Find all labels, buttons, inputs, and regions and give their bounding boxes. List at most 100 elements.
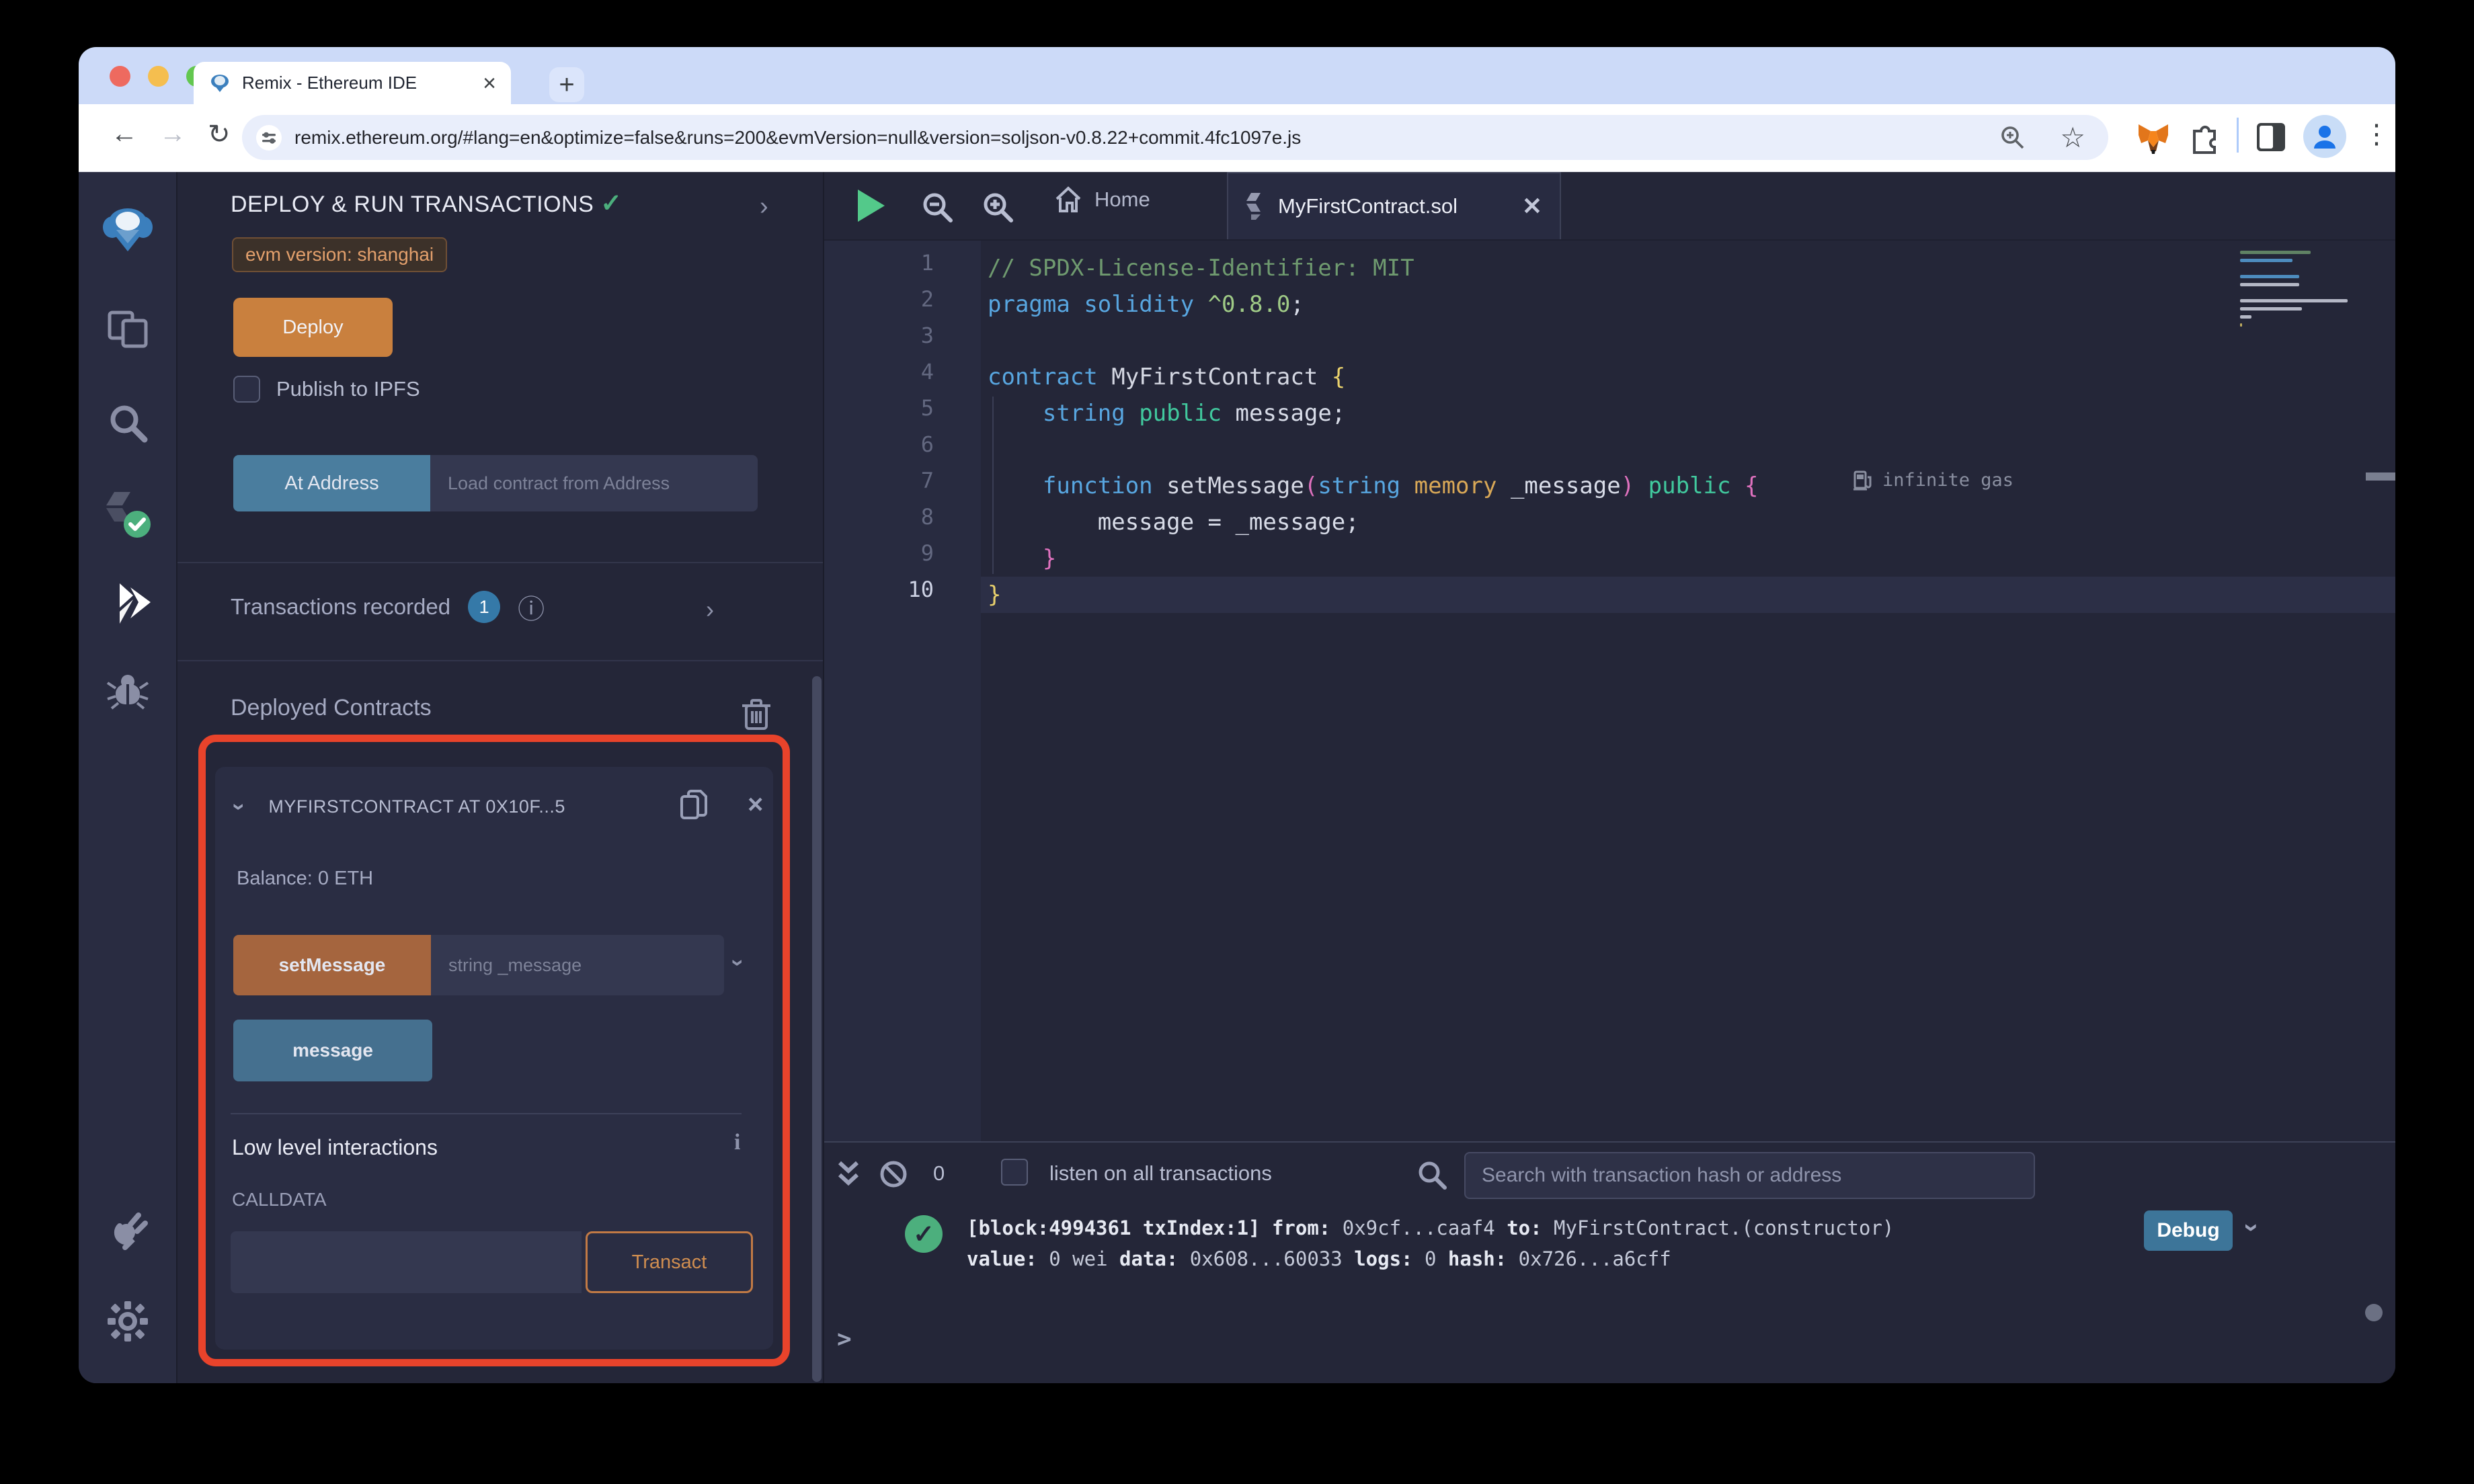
publish-ipfs-row: Publish to IPFS [233, 376, 420, 403]
listen-all-checkbox[interactable] [1001, 1159, 1028, 1186]
code-editor[interactable]: 1 2 3 4 5 6 7 8 9 10 // SPDX-License-Identifier: … [824, 241, 2395, 1141]
file-explorer-icon[interactable] [107, 310, 149, 349]
editor-scroll-marker[interactable] [2366, 472, 2395, 481]
remix-logo[interactable] [102, 204, 154, 254]
terminal-prompt: > [837, 1325, 852, 1353]
toolbar-divider [2237, 118, 2239, 153]
reload-icon[interactable]: ↻ [208, 119, 231, 150]
forward-icon[interactable]: → [159, 119, 186, 149]
tab-close-icon[interactable]: × [483, 72, 496, 95]
code-line: function setMessage(string memory _messa… [1042, 472, 1759, 499]
line-number: 4 [920, 359, 934, 384]
deployed-contracts-title: Deployed Contracts [231, 695, 432, 720]
browser-toolbar: ← → ↻ remix.ethereum.org/#lang=en&optimi… [79, 104, 2395, 172]
remix-favicon [211, 74, 229, 92]
search-icon[interactable] [107, 402, 149, 444]
deploy-run-panel: DEPLOY & RUN TRANSACTIONS ✓ › evm versio… [177, 172, 823, 1383]
transactions-expand-chevron-icon[interactable]: › [706, 595, 714, 624]
gas-pump-icon [1853, 470, 1872, 491]
address-bar[interactable]: remix.ethereum.org/#lang=en&optimize=fal… [242, 115, 2108, 160]
main-area: Home MyFirstContract.sol ✕ 1 2 3 4 5 6 7 8 9 10 /… [823, 172, 2395, 1383]
file-tab-label: MyFirstContract.sol [1278, 194, 1458, 218]
back-icon[interactable]: ← [111, 119, 138, 149]
indent-guide [992, 397, 994, 574]
code-line: // SPDX-License-Identifier: MIT [988, 255, 1414, 282]
deploy-button[interactable]: Deploy [233, 298, 393, 357]
expand-terminal-chevrons-icon[interactable] [834, 1159, 863, 1190]
remix-app: DEPLOY & RUN TRANSACTIONS ✓ › evm versio… [79, 172, 2395, 1383]
line-number: 5 [920, 395, 934, 421]
code-lines[interactable]: // SPDX-License-Identifier: MIT pragma so… [981, 241, 2395, 1141]
zoom-in-icon[interactable] [980, 190, 1015, 224]
transactions-recorded-label: Transactions recorded [231, 594, 451, 619]
log-expand-chevron-icon[interactable]: › [2237, 1223, 2267, 1232]
code-line: } [1042, 545, 1057, 572]
zoom-level-icon[interactable] [1998, 123, 2028, 153]
tx-success-check-icon: ✓ [905, 1215, 943, 1253]
line-number: 2 [920, 286, 934, 312]
at-address-input[interactable]: Load contract from Address [430, 455, 758, 511]
line-number: 7 [920, 468, 934, 493]
zoom-out-icon[interactable] [920, 190, 955, 224]
extensions-puzzle-icon[interactable] [2188, 120, 2221, 155]
browser-window: Remix - Ethereum IDE × + ← → ↻ remix.eth… [79, 47, 2395, 1383]
url-text[interactable]: remix.ethereum.org/#lang=en&optimize=fal… [294, 127, 1998, 149]
clear-console-icon[interactable] [878, 1159, 909, 1190]
window-controls[interactable] [110, 66, 207, 87]
editor-tabbar: Home MyFirstContract.sol ✕ [824, 172, 2395, 241]
transactions-count-badge: 1 [468, 591, 501, 623]
deploy-run-icon[interactable] [104, 582, 152, 626]
minimize-window-button[interactable] [148, 66, 169, 87]
solidity-compiler-icon[interactable] [101, 489, 155, 540]
side-panel-icon[interactable] [2254, 120, 2288, 154]
run-script-icon[interactable] [858, 190, 885, 222]
code-line: string public message; [1042, 400, 1346, 427]
terminal-search-input[interactable]: Search with transaction hash or address [1464, 1152, 2035, 1199]
transactions-recorded-row[interactable]: Transactions recorded 1 ⓘ [231, 587, 545, 626]
gas-note-text: infinite gas [1882, 469, 2014, 491]
debug-button[interactable]: Debug [2144, 1210, 2233, 1251]
tutorial-highlight-outline [198, 735, 790, 1366]
line-number: 10 [908, 577, 934, 602]
panel-scrollbar[interactable] [812, 676, 822, 1382]
new-tab-button[interactable]: + [549, 67, 584, 102]
listen-all-label: listen on all transactions [1049, 1161, 1272, 1185]
line-number: 8 [920, 504, 934, 530]
terminal-toolbar: 0 listen on all transactions Search with… [824, 1143, 2395, 1207]
terminal-scroll-dot[interactable] [2365, 1304, 2383, 1321]
transaction-log[interactable]: [block:4994361 txIndex:1] from: 0x9cf...… [967, 1212, 1894, 1274]
transactions-info-icon[interactable]: ⓘ [518, 587, 545, 626]
home-icon [1055, 186, 1081, 212]
tab-home[interactable]: Home [1053, 184, 1150, 215]
browser-tab-active[interactable]: Remix - Ethereum IDE × [194, 62, 511, 104]
person-icon [2314, 126, 2336, 149]
browser-menu-icon[interactable]: ⋮ [2363, 119, 2390, 150]
trash-icon[interactable] [741, 698, 772, 731]
debugger-icon[interactable] [106, 671, 149, 711]
profile-avatar[interactable] [2303, 115, 2346, 158]
line-number: 6 [920, 431, 934, 457]
solidity-file-icon [1246, 193, 1261, 220]
minimap[interactable] [2240, 246, 2351, 331]
tab-myfirstcontract[interactable]: MyFirstContract.sol ✕ [1227, 172, 1561, 239]
home-tab-label: Home [1094, 188, 1150, 211]
panel-title: DEPLOY & RUN TRANSACTIONS [231, 192, 594, 217]
terminal: 0 listen on all transactions Search with… [824, 1141, 2395, 1383]
bookmark-star-icon[interactable]: ☆ [2060, 121, 2085, 154]
plugin-manager-icon[interactable] [106, 1207, 149, 1250]
tab-title: Remix - Ethereum IDE [242, 73, 417, 93]
publish-ipfs-checkbox[interactable] [233, 376, 260, 403]
close-window-button[interactable] [110, 66, 130, 87]
line-number: 3 [920, 323, 934, 348]
panel-expand-chevron-icon[interactable]: › [760, 192, 768, 221]
metamask-icon[interactable] [2136, 120, 2171, 155]
site-settings-icon[interactable] [255, 124, 282, 151]
file-tab-close-icon[interactable]: ✕ [1522, 192, 1542, 220]
code-line: message = _message; [988, 509, 1359, 536]
log-line-2: value: 0 wei data: 0x608...60033 logs: 0… [967, 1247, 1671, 1270]
settings-gear-icon[interactable] [106, 1300, 149, 1343]
at-address-button[interactable]: At Address [233, 455, 430, 511]
gas-estimate-note: infinite gas [1853, 469, 2013, 491]
